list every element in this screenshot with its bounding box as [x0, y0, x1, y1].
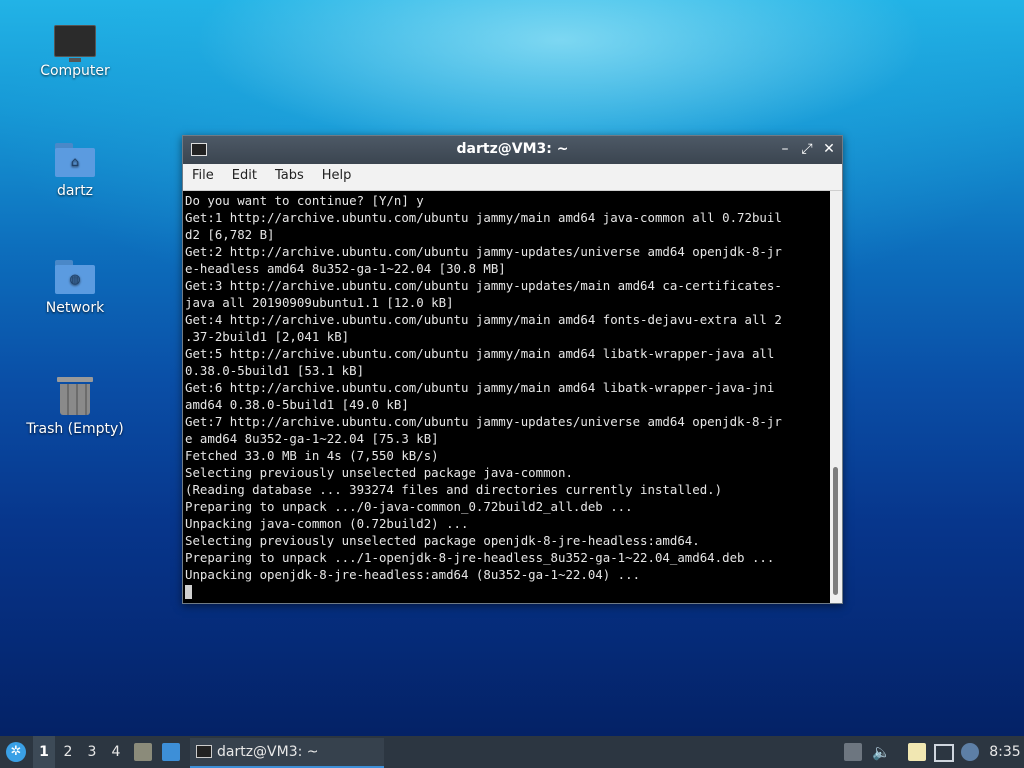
menu-edit[interactable]: Edit: [223, 164, 266, 187]
terminal-line: .37-2build1 [2,041 kB]: [185, 329, 350, 344]
menu-tabs[interactable]: Tabs: [266, 164, 313, 187]
clipboard-icon[interactable]: [908, 743, 926, 761]
desktop-icon-home[interactable]: ⌂ dartz: [20, 143, 130, 199]
desktop-icon-label: dartz: [56, 183, 94, 199]
workspace-2[interactable]: 2: [57, 736, 79, 768]
task-label: dartz@VM3: ~: [217, 744, 319, 760]
volume-icon[interactable]: 🔈: [872, 743, 891, 761]
desktop-icon-label: Computer: [40, 63, 110, 79]
terminal-line: java all 20190909ubuntu1.1 [12.0 kB]: [185, 295, 454, 310]
show-desktop-icon[interactable]: [162, 743, 180, 761]
terminal-line: Get:6 http://archive.ubuntu.com/ubuntu j…: [185, 380, 775, 395]
network-wired-icon[interactable]: [934, 744, 954, 762]
task-terminal[interactable]: dartz@VM3: ~: [190, 738, 384, 768]
terminal-line: Get:3 http://archive.ubuntu.com/ubuntu j…: [185, 278, 782, 293]
terminal-cursor-line: [185, 583, 830, 600]
window-title: dartz@VM3: ~: [456, 141, 569, 157]
minimize-button[interactable]: –: [776, 140, 794, 158]
workspace-1[interactable]: 1: [33, 736, 55, 768]
window-titlebar[interactable]: dartz@VM3: ~ – ⤢ ✕: [183, 136, 842, 164]
terminal-line: Preparing to unpack .../1-openjdk-8-jre-…: [185, 550, 775, 565]
lubuntu-start-icon[interactable]: ✲: [6, 742, 26, 762]
terminal-line: e amd64 8u352-ga-1~22.04 [75.3 kB]: [185, 431, 439, 446]
terminal-line: 0.38.0-5build1 [53.1 kB]: [185, 363, 365, 378]
desktop-icon-network[interactable]: ◍ Network: [20, 260, 130, 316]
maximize-button[interactable]: ⤢: [798, 140, 816, 158]
terminal-line: amd64 0.38.0-5build1 [49.0 kB]: [185, 397, 409, 412]
desktop-icon-label: Trash (Empty): [26, 421, 124, 437]
clock[interactable]: 8:35: [988, 736, 1022, 768]
home-folder-icon: ⌂: [55, 143, 95, 177]
menu-file[interactable]: File: [183, 164, 223, 187]
menu-help[interactable]: Help: [313, 164, 361, 187]
terminal-line: Get:4 http://archive.ubuntu.com/ubuntu j…: [185, 312, 782, 327]
terminal-line: Unpacking java-common (0.72build2) ...: [185, 516, 469, 531]
notification-icon[interactable]: [961, 743, 979, 761]
terminal-line: e-headless amd64 8u352-ga-1~22.04 [30.8 …: [185, 261, 506, 276]
taskbar: ✲ 1 2 3 4 dartz@VM3: ~ 🔈 8:35: [0, 736, 1024, 768]
terminal-window[interactable]: dartz@VM3: ~ – ⤢ ✕ File Edit Tabs Help Do y…: [182, 135, 843, 604]
terminal-line: d2 [6,782 B]: [185, 227, 275, 242]
terminal-line: Get:1 http://archive.ubuntu.com/ubuntu j…: [185, 210, 782, 225]
terminal-line: Fetched 33.0 MB in 4s (7,550 kB/s): [185, 448, 439, 463]
terminal-line: Selecting previously unselected package …: [185, 533, 700, 548]
desktop-icon-label: Network: [45, 300, 105, 316]
trash-icon: [57, 375, 93, 415]
terminal-line: Selecting previously unselected package …: [185, 465, 573, 480]
close-button[interactable]: ✕: [820, 140, 838, 158]
desktop-icon-computer[interactable]: Computer: [20, 25, 130, 79]
menu-bar: File Edit Tabs Help: [183, 164, 842, 191]
computer-icon: [54, 25, 96, 62]
update-notifier-icon[interactable]: [844, 743, 862, 761]
scrollbar-thumb[interactable]: [833, 467, 838, 595]
file-manager-icon[interactable]: [134, 743, 152, 761]
desktop-icon-trash[interactable]: Trash (Empty): [20, 375, 130, 437]
terminal-line: (Reading database ... 393274 files and d…: [185, 482, 723, 497]
terminal-cursor: [185, 585, 192, 599]
terminal-line: Get:2 http://archive.ubuntu.com/ubuntu j…: [185, 244, 782, 259]
terminal-line: Do you want to continue? [Y/n] y: [185, 193, 424, 208]
network-folder-icon: ◍: [55, 260, 95, 294]
terminal-line: Get:7 http://archive.ubuntu.com/ubuntu j…: [185, 414, 782, 429]
terminal-scrollbar[interactable]: [830, 191, 842, 603]
terminal-output[interactable]: Do you want to continue? [Y/n] y Get:1 ht…: [183, 191, 830, 603]
workspace-3[interactable]: 3: [81, 736, 103, 768]
terminal-line: Get:5 http://archive.ubuntu.com/ubuntu j…: [185, 346, 775, 361]
terminal-icon: [196, 745, 212, 758]
terminal-line: Preparing to unpack .../0-java-common_0.…: [185, 499, 633, 514]
terminal-line: Unpacking openjdk-8-jre-headless:amd64 (…: [185, 567, 641, 582]
workspace-4[interactable]: 4: [105, 736, 127, 768]
